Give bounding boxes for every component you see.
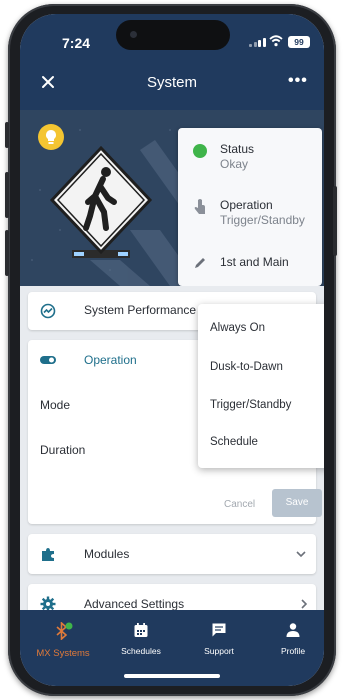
chat-icon (212, 623, 226, 637)
duration-label: Duration (40, 443, 86, 457)
cancel-button[interactable]: Cancel (224, 499, 255, 510)
volume-up-button (5, 172, 9, 218)
nav-label-schedules: Schedules (121, 646, 161, 656)
more-options-icon[interactable]: ••• (288, 72, 308, 90)
operation-section-title: Operation (84, 353, 137, 367)
status-label: Status (220, 142, 255, 156)
mode-option-schedule[interactable]: Schedule (210, 436, 258, 448)
status-value: Okay (220, 157, 249, 171)
modules-row[interactable]: Modules (28, 534, 316, 574)
mute-switch (5, 122, 9, 148)
pencil-icon[interactable] (193, 256, 207, 270)
chevron-down-icon[interactable] (296, 550, 306, 558)
puzzle-icon (42, 548, 54, 561)
touch-icon (194, 199, 205, 214)
home-indicator[interactable] (124, 674, 220, 678)
page-title: System (146, 74, 197, 91)
battery-icon: 99 (288, 36, 310, 48)
save-button[interactable]: Save (272, 489, 322, 517)
nav-item-profile[interactable]: Profile (258, 622, 324, 656)
calendar-icon (134, 623, 148, 637)
status-time: 7:24 (62, 35, 91, 51)
performance-icon (40, 303, 56, 319)
app-screen: 7:24 99 System ••• Status Okay Operation… (20, 14, 324, 686)
person-icon (286, 623, 300, 637)
nav-item-schedules[interactable]: Schedules (106, 622, 176, 656)
power-button (333, 186, 337, 256)
operation-value: Trigger/Standby (220, 213, 305, 227)
signal-icon (249, 38, 266, 47)
operation-label: Operation (220, 198, 273, 212)
chevron-right-icon[interactable] (300, 599, 308, 609)
mode-label: Mode (40, 398, 71, 412)
mode-option-dusk-to-dawn[interactable]: Dusk-to-Dawn (210, 361, 283, 373)
toggle-icon (40, 356, 56, 364)
nav-label-support: Support (204, 646, 234, 656)
system-performance-label: System Performance (84, 303, 197, 317)
mode-dropdown-menu: Always On Dusk-to-Dawn Trigger/Standby S… (198, 304, 324, 468)
nav-item-support[interactable]: Support (184, 622, 254, 656)
advanced-settings-label: Advanced Settings (84, 597, 185, 611)
status-card: Status Okay Operation Trigger/Standby 1s… (178, 128, 322, 286)
bluetooth-icon (56, 621, 73, 641)
location-name[interactable]: 1st and Main (220, 254, 289, 272)
dynamic-island (116, 20, 230, 50)
app-header: 7:24 99 System ••• (20, 14, 324, 110)
modules-label: Modules (84, 547, 130, 561)
hero-banner: Status Okay Operation Trigger/Standby 1s… (20, 110, 324, 286)
status-ok-icon (193, 144, 207, 158)
mode-option-always-on[interactable]: Always On (210, 322, 265, 334)
nav-label-mx-systems: MX Systems (36, 648, 90, 659)
nav-item-mx-systems[interactable]: MX Systems (28, 621, 98, 659)
nav-label-profile: Profile (280, 646, 306, 656)
pedestrian-sign-icon (49, 145, 153, 258)
volume-down-button (5, 230, 9, 276)
mode-option-trigger-standby[interactable]: Trigger/Standby (210, 399, 291, 411)
wifi-icon (269, 35, 283, 47)
